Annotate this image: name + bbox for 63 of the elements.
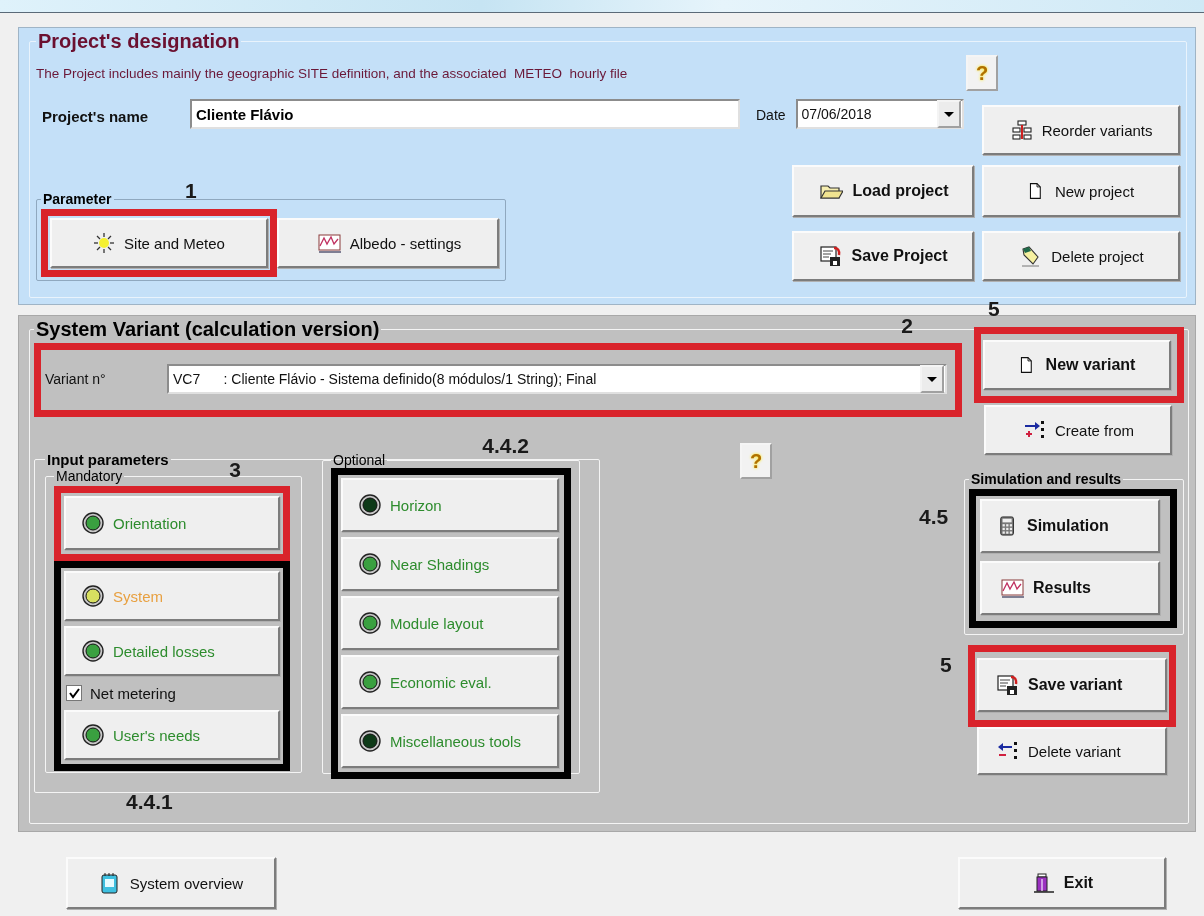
group-title: System Variant (calculation version) [35,318,381,341]
annotation-number: 1 [185,179,197,203]
description-text: The Project includes mainly the geographic SITE definition, and the associated METEO hourly file [36,65,629,81]
annotation-number: 2 [901,314,913,338]
delete-project-button[interactable]: Delete project [982,231,1180,281]
input-parameter-button[interactable]: User's needs [64,710,280,760]
status-light-icon [359,553,381,575]
input-parameter-button[interactable]: Module layout [341,596,559,650]
status-light-icon [359,494,381,516]
group-title: Simulation and results [970,471,1123,487]
status-light-icon [359,612,381,634]
field-label: Variant n° [45,371,107,387]
group-title: Optional [332,452,387,468]
field-label: Project's name [42,107,150,125]
status-light-icon [82,724,104,746]
annotation-number: 3 [229,458,241,482]
project-name-field[interactable]: Cliente Flávio [190,99,740,129]
input-parameter-button[interactable]: Horizon [341,478,559,532]
status-light-icon [82,640,104,662]
status-light-icon [359,671,381,693]
annotation-number: 4.4.2 [482,434,529,458]
save-variant-button[interactable]: Save variant [977,658,1167,712]
reorder-variants-button[interactable]: Reorder variants [981,105,1180,155]
delete-variant-button[interactable]: Delete variant [977,727,1167,775]
annotation-number: 5 [988,297,1000,321]
field-label: Date [756,106,786,123]
load-project-button[interactable]: Load project [792,165,974,217]
notepad-icon [98,872,121,894]
simulation-button[interactable]: Simulation [980,499,1160,553]
new-variant-button[interactable]: New variant [983,340,1171,390]
input-parameter-button[interactable]: Near Shadings [341,537,559,591]
results-button[interactable]: Results [980,561,1160,615]
input-parameter-button[interactable]: Economic eval. [341,655,559,709]
save-icon [818,245,843,267]
variant-dropdown[interactable]: VC7 : Cliente Flávio - Sistema definido(8 módulos/1 String); Final [167,364,947,394]
input-parameter-button[interactable]: Orientation [64,496,280,550]
group-title: Input parameters [46,451,170,468]
annotation-number: 4.4.1 [126,790,173,814]
save-project-button[interactable]: Save Project [792,231,974,281]
exit-button[interactable]: Exit [958,857,1166,909]
input-parameter-button[interactable]: Miscellaneous tools [341,714,559,768]
checkbox-label: Net metering [90,684,176,702]
create-from-button[interactable]: Create from [984,405,1172,455]
status-light-icon [82,512,104,534]
system-overview-button[interactable]: System overview [66,857,276,909]
chart-icon [998,577,1024,599]
help-button[interactable]: ? [740,443,772,479]
sun-icon [93,232,116,254]
albedo-settings-button[interactable]: Albedo - settings [277,218,499,268]
group-title: Parameter [42,191,113,207]
annotation-number: 5 [940,653,952,677]
annotation-number: 4.5 [919,505,949,529]
help-button[interactable]: ? [966,55,998,91]
checkbox[interactable] [66,685,82,701]
date-dropdown[interactable]: 07/06/2018 [795,99,964,129]
group-title: Mandatory [55,468,124,484]
status-light-icon [82,585,104,607]
save-icon [995,674,1019,696]
input-parameter-button[interactable]: Detailed losses [64,626,280,676]
site-and-meteo-button[interactable]: Site and Meteo [50,218,268,268]
status-light-icon [359,730,381,752]
group-title: Project's designation [37,30,241,53]
new-project-button[interactable]: New project [982,165,1180,217]
